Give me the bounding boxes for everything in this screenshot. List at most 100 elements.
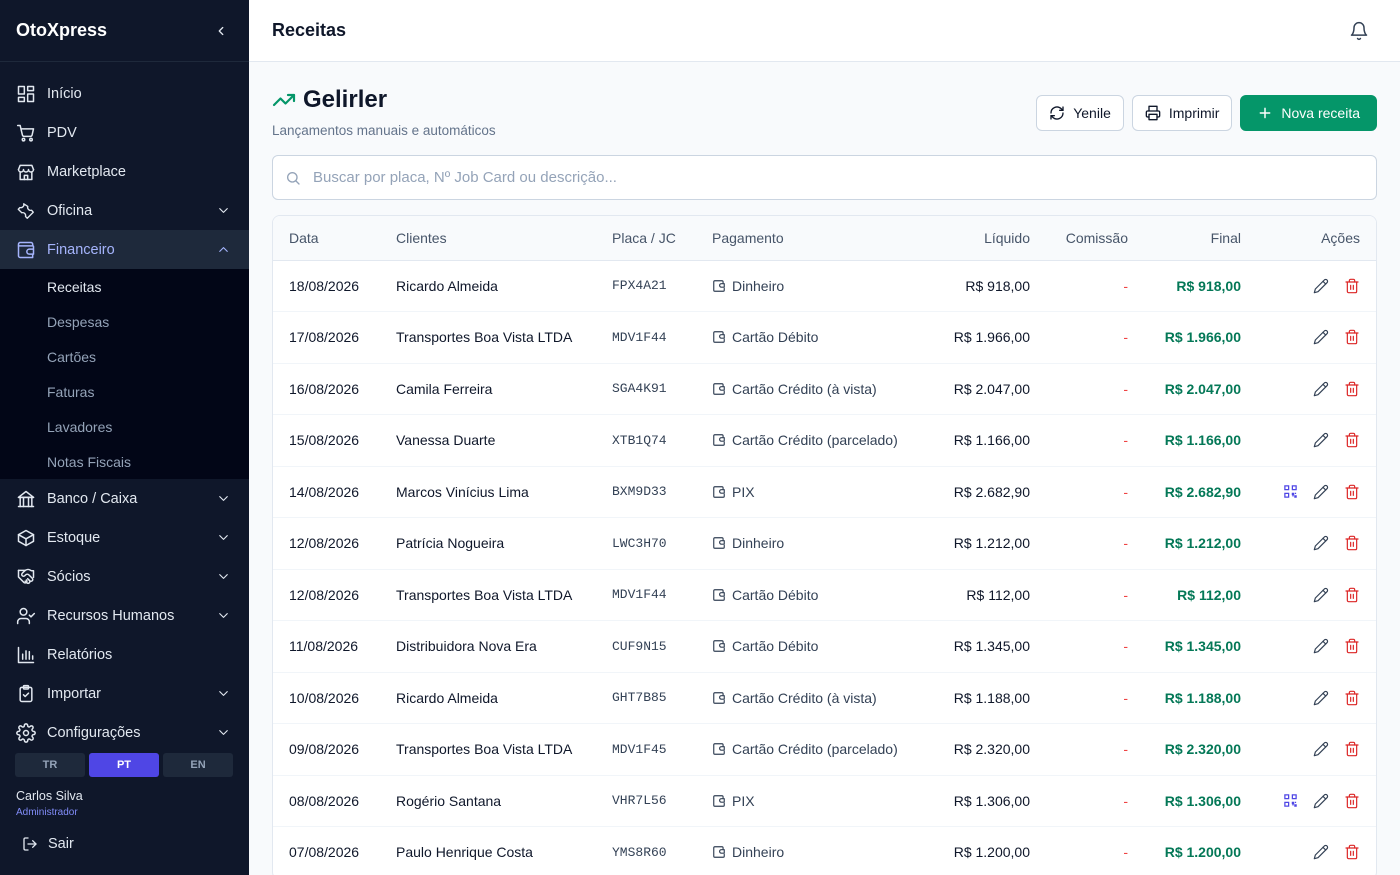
cell-payment: PIX [712,775,922,827]
cell-net: R$ 2.320,00 [922,723,1030,776]
edit-icon[interactable] [1313,587,1329,603]
sidebar-item-oficina[interactable]: Oficina [0,191,249,230]
table-row[interactable]: 12/08/2026 Transportes Boa Vista LTDA MDV1… [273,569,1376,621]
edit-icon[interactable] [1313,484,1329,500]
sidebar-item-marketplace[interactable]: Marketplace [0,152,249,191]
chevron-down-icon [215,608,231,624]
cell-final: R$ 1.188,00 [1128,672,1241,724]
sidebar-item-recursos-humanos[interactable]: Recursos Humanos [0,596,249,635]
sidebar-item-estoque[interactable]: Estoque [0,518,249,557]
col-date[interactable]: Data [273,216,396,261]
cell-actions [1241,466,1376,518]
trash-icon[interactable] [1344,535,1360,551]
sidebar-item-configura-es[interactable]: Configurações [0,713,249,752]
new-income-button[interactable]: Nova receita [1240,95,1377,131]
table-row[interactable]: 14/08/2026 Marcos Vinícius Lima BXM9D33 PIX… [273,466,1376,518]
language-tr-button[interactable]: TR [15,753,85,777]
edit-icon[interactable] [1313,690,1329,706]
col-payment[interactable]: Pagamento [712,216,922,261]
edit-icon[interactable] [1313,329,1329,345]
edit-icon[interactable] [1313,381,1329,397]
col-client[interactable]: Clientes [396,216,612,261]
cell-payment: Cartão Crédito (à vista) [712,672,922,724]
edit-icon[interactable] [1313,432,1329,448]
cell-payment: Cartão Débito [712,569,922,621]
print-button[interactable]: Imprimir [1131,95,1233,131]
language-en-button[interactable]: EN [163,753,233,777]
sidebar-item-s-cios[interactable]: Sócios [0,557,249,596]
edit-icon[interactable] [1313,278,1329,294]
cell-actions [1241,363,1376,415]
table-row[interactable]: 17/08/2026 Transportes Boa Vista LTDA MDV1… [273,311,1376,364]
cell-plate: MDV1F44 [612,311,712,364]
trash-icon[interactable] [1344,278,1360,294]
edit-icon[interactable] [1313,844,1329,860]
cell-plate: BXM9D33 [612,466,712,518]
notifications-button[interactable] [1348,20,1370,42]
bell-icon [1350,21,1368,40]
col-plate[interactable]: Placa / JC [612,216,712,261]
edit-icon[interactable] [1313,793,1329,809]
table-row[interactable]: 16/08/2026 Camila Ferreira SGA4K91 Cartão C… [273,363,1376,415]
trash-icon[interactable] [1344,432,1360,448]
sidebar-item-in-cio[interactable]: Início [0,74,249,113]
table-row[interactable]: 08/08/2026 Rogério Santana VHR7L56 PIX R$ 1.… [273,775,1376,827]
cell-client: Distribuidora Nova Era [396,620,612,673]
col-actions: Ações [1241,216,1376,261]
cell-payment: Dinheiro [712,260,922,312]
submenu-item[interactable]: Despesas [0,304,249,339]
edit-icon[interactable] [1313,638,1329,654]
cell-actions [1241,775,1376,827]
trash-icon[interactable] [1344,381,1360,397]
submenu-item[interactable]: Lavadores [0,409,249,444]
submenu-item[interactable]: Cartões [0,339,249,374]
sidebar-item-label: Recursos Humanos [47,607,175,624]
chevron-down-icon [215,569,231,585]
refresh-button[interactable]: Yenile [1036,95,1124,131]
table-row[interactable]: 09/08/2026 Transportes Boa Vista LTDA MDV1… [273,723,1376,776]
sidebar-item-importar[interactable]: Importar [0,674,249,713]
col-final[interactable]: Final [1128,216,1241,261]
table-row[interactable]: 11/08/2026 Distribuidora Nova Era CUF9N15 C… [273,620,1376,673]
sidebar-item-financeiro[interactable]: Financeiro [0,230,249,269]
search-input[interactable] [313,156,1376,199]
qr-code-icon[interactable] [1282,484,1298,500]
sidebar-item-label: Financeiro [47,241,115,258]
col-commission[interactable]: Comissão [1030,216,1128,261]
edit-icon[interactable] [1313,535,1329,551]
trash-icon[interactable] [1344,844,1360,860]
logout-button[interactable]: Sair [22,835,74,853]
submenu-item[interactable]: Faturas [0,374,249,409]
qr-code-icon[interactable] [1282,793,1298,809]
table-row[interactable]: 18/08/2026 Ricardo Almeida FPX4A21 Dinheiro… [273,260,1376,312]
payment-method: Cartão Débito [732,329,819,346]
wallet-icon [712,279,726,293]
col-net[interactable]: Líquido [922,216,1030,261]
sidebar-item-pdv[interactable]: PDV [0,113,249,152]
table-row[interactable]: 07/08/2026 Paulo Henrique Costa YMS8R60 Din… [273,826,1376,875]
trash-icon[interactable] [1344,793,1360,809]
trash-icon[interactable] [1344,329,1360,345]
trash-icon[interactable] [1344,638,1360,654]
sidebar-item-relat-rios[interactable]: Relatórios [0,635,249,674]
logout-icon [22,835,40,853]
submenu-item[interactable]: Receitas [0,269,249,304]
search-box [272,155,1377,200]
table-row[interactable]: 15/08/2026 Vanessa Duarte XTB1Q74 Cartão Cr… [273,414,1376,467]
collapse-sidebar-button[interactable] [213,23,229,39]
app-name: OtoXpress [16,20,108,40]
cell-client: Camila Ferreira [396,363,612,415]
table-row[interactable]: 12/08/2026 Patrícia Nogueira LWC3H70 Dinhei… [273,517,1376,570]
cell-net: R$ 1.212,00 [922,517,1030,570]
sidebar-item-banco-caixa[interactable]: Banco / Caixa [0,479,249,518]
trash-icon[interactable] [1344,690,1360,706]
table-row[interactable]: 10/08/2026 Ricardo Almeida GHT7B85 Cartão C… [273,672,1376,724]
sidebar: OtoXpress Início PDV Marketplace Oficina Fin… [0,0,249,875]
trash-icon[interactable] [1344,587,1360,603]
language-pt-button[interactable]: PT [89,753,159,777]
edit-icon[interactable] [1313,741,1329,757]
cell-actions [1241,723,1376,776]
trash-icon[interactable] [1344,741,1360,757]
submenu-item[interactable]: Notas Fiscais [0,444,249,479]
trash-icon[interactable] [1344,484,1360,500]
